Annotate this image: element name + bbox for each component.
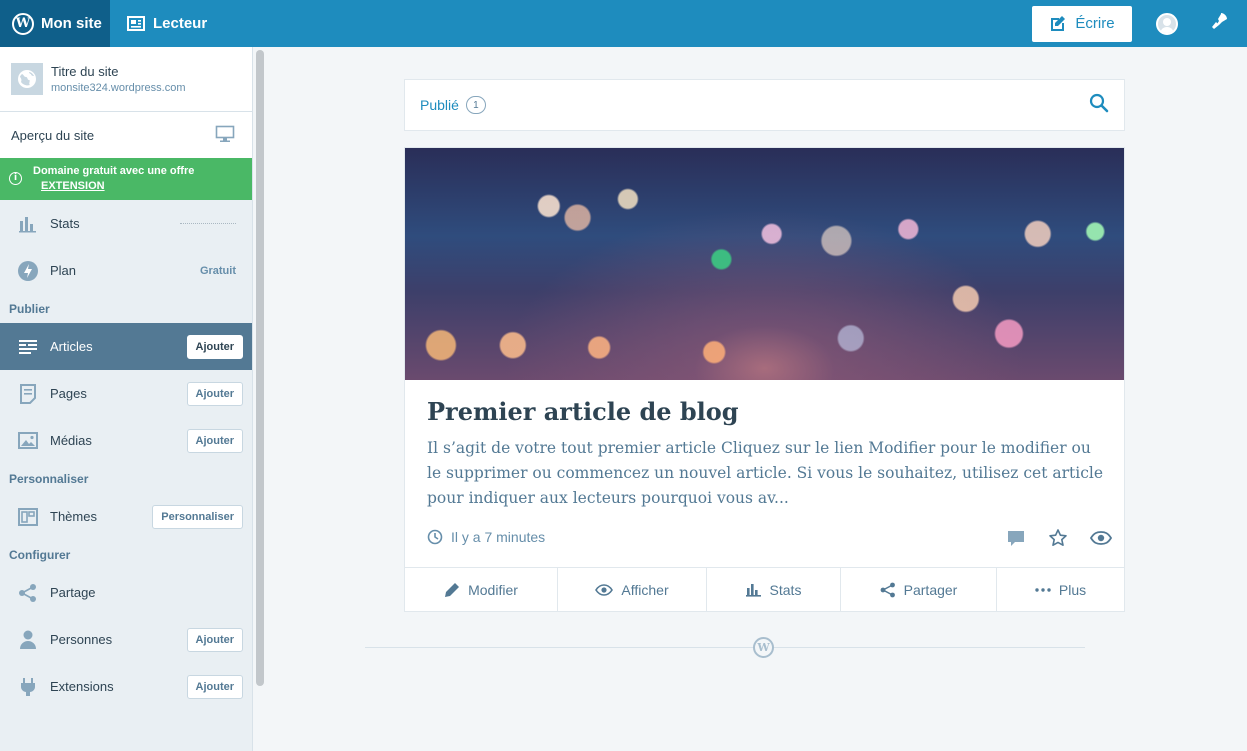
post-action-bar: Modifier Afficher Stats Partager Plus	[405, 567, 1124, 612]
promo-link[interactable]: EXTENSION	[33, 179, 252, 194]
eye-icon[interactable]	[1090, 530, 1112, 546]
section-configure: Configurer	[9, 547, 71, 562]
info-icon: i	[9, 172, 22, 185]
sidebar-item-articles-label: Articles	[50, 339, 93, 354]
sidebar-item-sharing-label: Partage	[50, 585, 96, 600]
ellipsis-icon	[1035, 588, 1051, 592]
globe-icon	[11, 63, 43, 95]
sidebar-item-plugins[interactable]: Extensions Ajouter	[0, 663, 252, 710]
stats-icon	[17, 213, 39, 235]
edit-label: Modifier	[468, 582, 518, 598]
pencil-icon	[445, 583, 460, 597]
write-label: Écrire	[1075, 15, 1115, 32]
sidebar: Titre du site monsite324.wordpress.com A…	[0, 47, 253, 751]
customize-button[interactable]: Personnaliser	[152, 504, 243, 529]
post-filter-bar: Publié 1	[404, 79, 1125, 131]
published-count-badge: 1	[465, 96, 486, 114]
post-featured-image[interactable]	[405, 148, 1124, 380]
sidebar-item-pages-label: Pages	[50, 386, 87, 401]
share-icon	[880, 582, 895, 598]
stats-sparkline	[180, 223, 236, 224]
add-plugin-button[interactable]: Ajouter	[186, 674, 243, 699]
themes-icon	[17, 506, 39, 528]
view-button[interactable]: Afficher	[558, 568, 707, 612]
post-title[interactable]: Premier article de blog	[427, 397, 739, 426]
plan-icon	[17, 260, 39, 282]
sidebar-item-themes[interactable]: Thèmes Personnaliser	[0, 493, 252, 540]
section-publish: Publier	[9, 301, 50, 316]
upgrade-promo[interactable]: i Domaine gratuit avec une offre EXTENSI…	[0, 158, 252, 200]
stats-button[interactable]: Stats	[707, 568, 841, 612]
eye-icon	[595, 584, 614, 596]
section-customize: Personnaliser	[9, 471, 89, 486]
sidebar-item-plugins-label: Extensions	[50, 679, 114, 694]
sidebar-item-stats-label: Stats	[50, 216, 80, 231]
star-icon[interactable]	[1048, 528, 1068, 548]
person-icon	[17, 629, 39, 651]
plan-value: Gratuit	[199, 264, 236, 277]
post-time: Il y a 7 minutes	[427, 529, 545, 545]
stats-icon	[745, 584, 761, 597]
sidebar-scrollbar[interactable]	[256, 50, 264, 686]
site-title: Titre du site	[51, 64, 119, 79]
pages-icon	[17, 383, 39, 405]
sidebar-item-people[interactable]: Personnes Ajouter	[0, 616, 252, 663]
more-label: Plus	[1058, 582, 1087, 598]
masterbar: W Mon site Lecteur Écrire	[0, 0, 1247, 47]
notifications-icon[interactable]	[1210, 11, 1230, 36]
pencil-icon	[1051, 15, 1066, 31]
sidebar-item-media[interactable]: Médias Ajouter	[0, 417, 252, 464]
sidebar-item-media-label: Médias	[50, 433, 92, 448]
share-label: Partager	[903, 582, 958, 598]
site-preview-label: Aperçu du site	[11, 127, 95, 143]
reader-label: Lecteur	[153, 15, 208, 32]
media-icon	[17, 430, 39, 452]
my-site-label: Mon site	[41, 15, 102, 32]
tab-published[interactable]: Publié	[420, 97, 459, 113]
more-button[interactable]: Plus	[997, 568, 1124, 612]
comment-icon[interactable]	[1006, 528, 1026, 548]
site-preview[interactable]: Aperçu du site	[0, 112, 252, 158]
reader-icon	[127, 16, 145, 31]
posts-icon	[17, 336, 39, 358]
add-article-button[interactable]: Ajouter	[186, 334, 243, 359]
search-icon[interactable]	[1089, 93, 1109, 118]
share-button[interactable]: Partager	[841, 568, 997, 612]
sidebar-item-articles[interactable]: Articles Ajouter	[0, 323, 252, 370]
plugin-icon	[17, 676, 39, 698]
edit-button[interactable]: Modifier	[405, 568, 558, 612]
site-url: monsite324.wordpress.com	[51, 82, 186, 94]
wordpress-icon: W	[12, 12, 34, 35]
reader-button[interactable]: Lecteur	[110, 0, 207, 47]
post-time-label: Il y a 7 minutes	[451, 529, 546, 545]
sidebar-item-stats[interactable]: Stats	[0, 200, 252, 247]
post-excerpt: Il s’agit de votre tout premier article …	[427, 439, 1104, 507]
post-card: Premier article de blog Il s’agit de vot…	[404, 147, 1125, 612]
add-media-button[interactable]: Ajouter	[186, 428, 243, 453]
monitor-icon	[215, 125, 235, 146]
sidebar-item-themes-label: Thèmes	[50, 509, 97, 524]
add-person-button[interactable]: Ajouter	[186, 627, 243, 652]
sidebar-item-sharing[interactable]: Partage	[0, 569, 252, 616]
my-site-button[interactable]: W Mon site	[0, 0, 110, 47]
clock-icon	[427, 529, 443, 545]
wordpress-icon: W	[753, 637, 774, 658]
sidebar-item-people-label: Personnes	[50, 632, 113, 647]
promo-text: Domaine gratuit avec une offre	[33, 165, 195, 177]
avatar-icon[interactable]	[1156, 12, 1178, 35]
sidebar-item-plan-label: Plan	[50, 263, 77, 278]
write-button[interactable]: Écrire	[1032, 5, 1132, 42]
add-page-button[interactable]: Ajouter	[186, 381, 243, 406]
post-quick-actions	[984, 528, 1112, 548]
footer-divider	[365, 647, 1085, 648]
sidebar-item-plan[interactable]: Plan Gratuit	[0, 247, 252, 294]
stats-label: Stats	[769, 582, 802, 598]
share-icon	[17, 582, 39, 604]
sidebar-item-pages[interactable]: Pages Ajouter	[0, 370, 252, 417]
view-label: Afficher	[621, 582, 669, 598]
site-card[interactable]: Titre du site monsite324.wordpress.com	[0, 47, 252, 112]
